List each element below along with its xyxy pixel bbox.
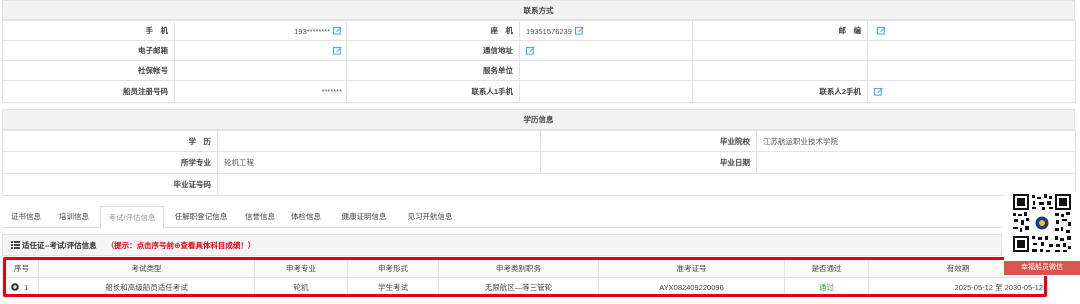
school-value: 江苏航运职业技术学院 — [756, 130, 1076, 152]
address-value — [519, 40, 693, 61]
postcode-value — [867, 20, 1076, 41]
exam-table: 序号 考试类型 申考专业 申考形式 申考类别职务 准考证号 是否通过 有效期 1… — [4, 258, 1048, 297]
edit-icon[interactable] — [877, 26, 886, 35]
exam-panel-header: 适任证--考试/评估信息 （提示：点击序号前⊕查看具体科目成绩！） — [2, 234, 1002, 256]
contact-row: 手 机 193******** 座 机 19351576239 邮 编 — [2, 20, 1076, 41]
table-row[interactable]: 1 船长和高级船员适任考试 轮机 学生考试 无限航区—等三管轮 AYX08240… — [4, 277, 1048, 297]
edit-icon[interactable] — [874, 87, 883, 96]
social-security-value — [174, 60, 347, 81]
landline-label: 座 机 — [346, 20, 520, 41]
exam-type-cell: 船长和高级船员适任考试 — [38, 277, 255, 297]
email-value — [174, 40, 347, 61]
edit-icon[interactable] — [333, 46, 342, 55]
qr-code-image — [1004, 192, 1080, 260]
degree-label: 学 历 — [2, 130, 218, 152]
exam-table-header: 序号 考试类型 申考专业 申考形式 申考类别职务 准考证号 是否通过 有效期 — [4, 258, 1048, 278]
col-header-passed[interactable]: 是否通过 — [784, 258, 869, 278]
contact-row: 社保帐号 服务单位 — [2, 60, 1076, 81]
landline-text: 19351576239 — [526, 26, 572, 36]
col-header-major[interactable]: 申考专业 — [254, 258, 348, 278]
empty-value — [867, 40, 1076, 61]
graduation-date-label: 毕业日期 — [540, 151, 757, 174]
col-header-type[interactable]: 考试类型 — [38, 258, 255, 278]
edit-icon[interactable] — [333, 26, 342, 35]
col-header-form[interactable]: 申考形式 — [347, 258, 439, 278]
seafarer-reg-value: ******* — [174, 80, 347, 103]
employer-value — [519, 60, 693, 81]
exam-passed-cell: 通过 — [784, 277, 869, 297]
major-label: 所学专业 — [2, 151, 218, 174]
exam-panel-tip: （提示：点击序号前⊕查看具体科目成绩！） — [106, 241, 256, 250]
empty-label — [692, 60, 868, 81]
postcode-label: 邮 编 — [692, 20, 868, 41]
tab-appointment[interactable]: 任解职登记信息 — [166, 206, 236, 228]
employer-label: 服务单位 — [346, 60, 520, 81]
tab-training[interactable]: 培训信息 — [50, 206, 98, 228]
education-row: 学 历 毕业院校 江苏航运职业技术学院 — [2, 130, 1076, 152]
tab-certificate[interactable]: 证书信息 — [2, 206, 50, 228]
exam-ticket-cell: AYX082409220096 — [598, 277, 785, 297]
exam-panel-title: 适任证--考试/评估信息 — [22, 241, 97, 250]
mobile-value: 193******** — [174, 20, 347, 41]
education-table: 学 历 毕业院校 江苏航运职业技术学院 所学专业 轮机工程 毕业日期 毕业证号码 — [2, 130, 1076, 196]
contact1-mobile-label: 联系人1手机 — [346, 80, 520, 103]
tab-exam[interactable]: 考试/评估信息 — [100, 206, 164, 228]
email-label: 电子邮箱 — [2, 40, 175, 61]
tab-health-cert[interactable]: 健康证明信息 — [332, 206, 396, 228]
tab-bar: 证书信息 培训信息 考试/评估信息 任解职登记信息 信誉信息 体检信息 健康证明… — [2, 206, 1002, 228]
contact1-mobile-value — [519, 80, 693, 103]
tab-internship[interactable]: 见习开航信息 — [398, 206, 462, 228]
exam-form-cell: 学生考试 — [347, 277, 439, 297]
contact-row: 船员注册号码 ******* 联系人1手机 联系人2手机 — [2, 80, 1076, 103]
school-label: 毕业院校 — [540, 130, 757, 152]
tab-credit[interactable]: 信誉信息 — [238, 206, 282, 228]
contact-table: 手 机 193******** 座 机 19351576239 邮 编 电子邮箱… — [2, 20, 1076, 103]
empty-label — [692, 40, 868, 61]
col-header-category[interactable]: 申考类别职务 — [438, 258, 599, 278]
exam-valid-cell: 2025-05-12 至 2030-05-12 — [868, 277, 1048, 297]
landline-value: 19351576239 — [519, 20, 693, 41]
exam-major-cell: 轮机 — [254, 277, 348, 297]
contact2-mobile-value — [867, 80, 1076, 103]
education-section-title: 学历信息 — [2, 109, 1075, 130]
contact2-mobile-label: 联系人2手机 — [692, 80, 868, 103]
edit-icon[interactable] — [575, 26, 584, 35]
edit-icon[interactable] — [526, 46, 535, 55]
empty-value — [867, 60, 1076, 81]
address-label: 通信地址 — [346, 40, 520, 61]
row-number-cell: 1 — [4, 277, 39, 297]
diploma-number-value — [217, 173, 1076, 196]
education-row: 毕业证号码 — [2, 173, 1076, 196]
contact-section: 联系方式 手 机 193******** 座 机 19351576239 邮 编… — [2, 0, 1076, 103]
graduation-date-value — [756, 151, 1076, 174]
list-icon — [11, 241, 20, 249]
col-header-no[interactable]: 序号 — [4, 258, 39, 278]
degree-value — [217, 130, 541, 152]
major-value: 轮机工程 — [217, 151, 541, 174]
exam-category-cell: 无限航区—等三管轮 — [438, 277, 599, 297]
seafarer-reg-label: 船员注册号码 — [2, 80, 175, 103]
qr-caption[interactable]: 幸福船员微信 — [1004, 261, 1080, 275]
education-section: 学历信息 学 历 毕业院校 江苏航运职业技术学院 所学专业 轮机工程 毕业日期 … — [2, 109, 1076, 196]
mobile-label: 手 机 — [2, 20, 175, 41]
col-header-ticket[interactable]: 准考证号 — [598, 258, 785, 278]
education-row: 所学专业 轮机工程 毕业日期 — [2, 151, 1076, 174]
social-security-label: 社保帐号 — [2, 60, 175, 81]
expand-plus-icon[interactable] — [11, 282, 19, 291]
mobile-text: 193******** — [294, 26, 330, 36]
tab-medical[interactable]: 体检信息 — [284, 206, 328, 228]
contact-row: 电子邮箱 通信地址 — [2, 40, 1076, 61]
contact-section-title: 联系方式 — [2, 0, 1075, 20]
row-number: 1 — [24, 282, 29, 292]
diploma-number-label: 毕业证号码 — [2, 173, 218, 196]
